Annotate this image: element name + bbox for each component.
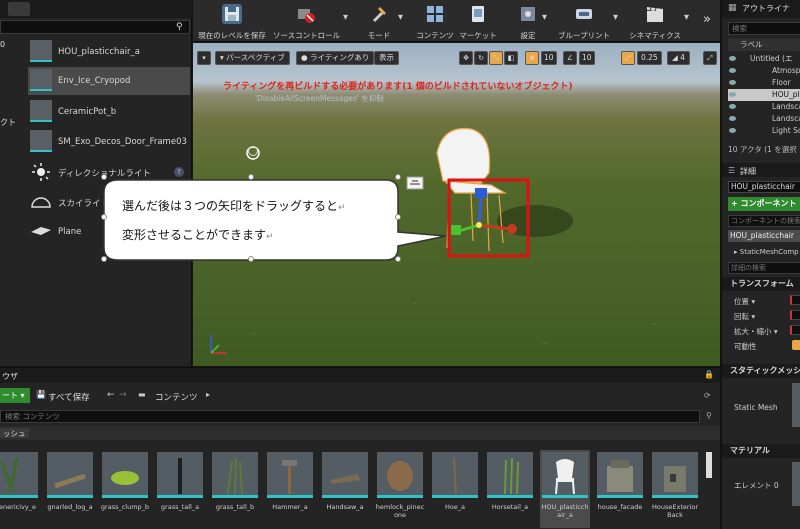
resize-handle[interactable] <box>395 256 401 262</box>
resize-handle[interactable] <box>101 214 107 220</box>
callout-line-1-text: 選んだ後は３つの矢印をドラッグすると <box>122 199 339 213</box>
resize-handle[interactable] <box>101 174 107 180</box>
rotate-handle-icon[interactable] <box>248 146 258 156</box>
return-mark: ↵ <box>266 232 274 242</box>
resize-handle[interactable] <box>395 214 401 220</box>
callout-line-2: 変形させることができます↵ <box>122 226 274 243</box>
resize-handle[interactable] <box>101 256 107 262</box>
callout-bubble <box>103 179 447 261</box>
resize-handle[interactable] <box>248 174 254 180</box>
resize-handle[interactable] <box>395 174 401 180</box>
ue4-editor-window: ⚲ 0 クト HOU_plasticchair_a Env_Ice_Cryopo… <box>0 0 800 529</box>
resize-handle[interactable] <box>248 256 254 262</box>
callout-line-2-text: 変形させることができます <box>122 228 267 242</box>
return-mark: ↵ <box>338 203 346 213</box>
callout-line-1: 選んだ後は３つの矢印をドラッグすると↵ <box>122 197 346 214</box>
